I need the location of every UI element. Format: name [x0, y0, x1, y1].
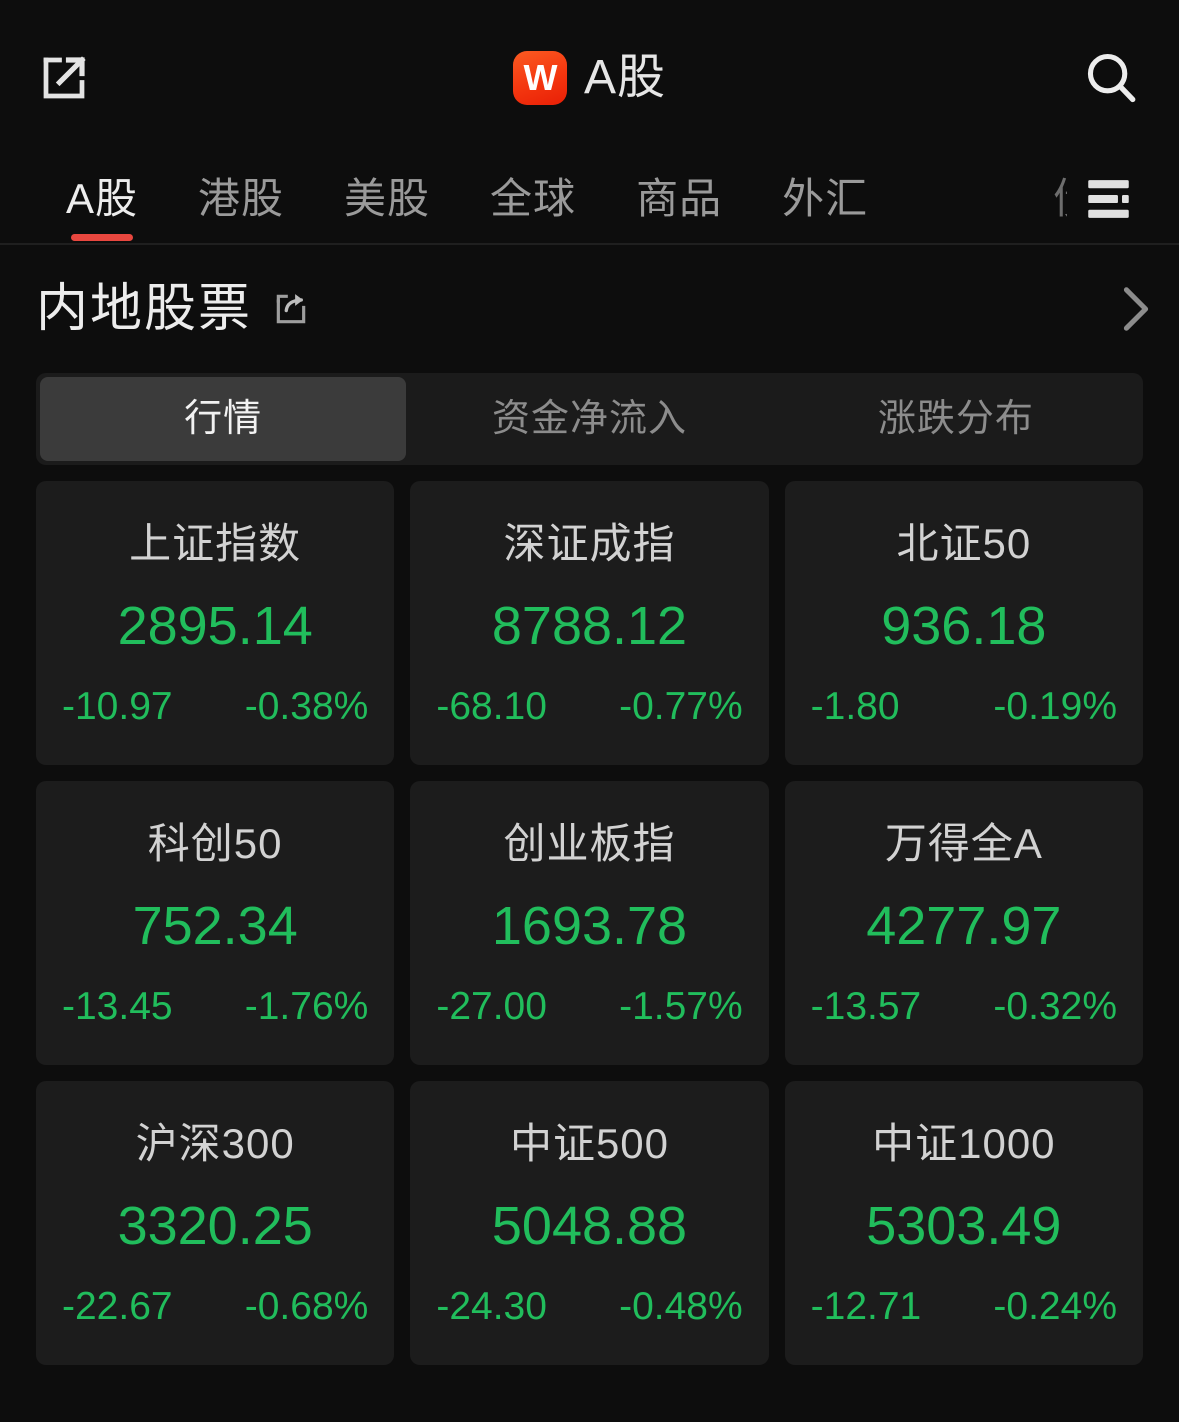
index-card[interactable]: 上证指数 2895.14 -10.97 -0.38% [36, 481, 395, 765]
index-deltas: -13.45 -1.76% [36, 987, 394, 1026]
tab-us-shares[interactable]: 美股 [314, 155, 460, 243]
header-title-group: W A股 [0, 0, 1179, 155]
tab-label: 债 [1053, 178, 1067, 220]
chevron-right-icon[interactable] [1121, 285, 1151, 333]
index-name: 中证1000 [872, 1120, 1056, 1167]
index-card[interactable]: 万得全A 4277.97 -13.57 -0.32% [784, 781, 1143, 1065]
index-card-grid: 上证指数 2895.14 -10.97 -0.38% 深证成指 8788.12 … [36, 481, 1143, 1365]
index-change: -10.97 [62, 685, 173, 728]
index-value: 5303.49 [866, 1196, 1062, 1256]
tab-overflow-clipped[interactable]: 债 [1053, 155, 1067, 243]
index-value: 8788.12 [491, 596, 688, 656]
market-tabbar: A股 港股 美股 全球 商品 外汇 债 [0, 155, 1179, 245]
tab-label: A股 [66, 175, 139, 222]
wind-logo-letter: W [523, 56, 557, 98]
tab-a-shares[interactable]: A股 [36, 155, 168, 243]
segment-gain-loss-distribution[interactable]: 涨跌分布 [773, 377, 1139, 461]
index-change: -27.00 [436, 985, 547, 1028]
index-percent: -0.38% [244, 685, 369, 728]
index-name: 创业板指 [503, 820, 676, 867]
tab-list-menu-button[interactable] [1067, 155, 1159, 243]
index-change: -24.30 [436, 1285, 547, 1328]
share-icon[interactable] [272, 290, 310, 328]
index-deltas: -13.57 -0.32% [785, 987, 1143, 1026]
index-value: 3320.25 [117, 1196, 313, 1256]
tab-label: 外汇 [782, 175, 869, 222]
index-value: 5048.88 [491, 1196, 688, 1256]
app-root: W A股 A股 港股 美股 全球 商品 外汇 内地股票 行情 资金净流入 涨跌分… [0, 0, 1179, 1422]
index-card[interactable]: 北证50 936.18 -1.80 -0.19% [784, 481, 1143, 765]
index-name: 深证成指 [503, 520, 676, 567]
segment-quotes[interactable]: 行情 [40, 377, 407, 461]
index-deltas: -1.80 -0.19% [785, 687, 1143, 726]
index-change: -12.71 [810, 1285, 922, 1328]
tab-hk-shares[interactable]: 港股 [168, 155, 314, 243]
list-menu-icon [1088, 180, 1129, 218]
segment-net-capital-inflow[interactable]: 资金净流入 [406, 377, 772, 461]
index-card[interactable]: 深证成指 8788.12 -68.10 -0.77% [410, 481, 769, 765]
index-card[interactable]: 科创50 752.34 -13.45 -1.76% [36, 781, 395, 1065]
index-card[interactable]: 中证500 5048.88 -24.30 -0.48% [410, 1081, 769, 1365]
index-change: -68.10 [436, 685, 547, 728]
index-change: -22.67 [62, 1285, 173, 1328]
index-percent: -0.68% [244, 1285, 369, 1328]
index-name: 中证500 [509, 1120, 670, 1167]
index-name: 科创50 [147, 820, 283, 867]
segment-label: 资金净流入 [491, 398, 687, 440]
index-deltas: -27.00 -1.57% [410, 987, 768, 1026]
page-title: A股 [583, 50, 667, 104]
tab-commodities[interactable]: 商品 [606, 155, 752, 243]
index-deltas: -12.71 -0.24% [785, 1287, 1143, 1326]
index-percent: -0.19% [993, 685, 1117, 728]
index-percent: -0.48% [619, 1285, 743, 1328]
index-name: 上证指数 [129, 520, 302, 567]
index-deltas: -22.67 -0.68% [36, 1287, 394, 1326]
tab-label: 美股 [344, 175, 431, 222]
index-percent: -1.76% [244, 985, 369, 1028]
index-change: -13.45 [62, 985, 173, 1028]
section-header-mainland-stocks[interactable]: 内地股票 [0, 245, 1179, 373]
index-change: -13.57 [810, 985, 922, 1028]
index-deltas: -68.10 -0.77% [410, 687, 768, 726]
index-value: 752.34 [132, 896, 298, 956]
index-percent: -0.24% [993, 1285, 1117, 1328]
index-value: 1693.78 [491, 896, 688, 956]
index-card[interactable]: 创业板指 1693.78 -27.00 -1.57% [410, 781, 769, 1065]
index-name: 沪深300 [135, 1120, 295, 1167]
tab-label: 商品 [636, 175, 723, 222]
index-value: 4277.97 [866, 896, 1062, 956]
index-deltas: -24.30 -0.48% [410, 1287, 768, 1326]
index-value: 936.18 [881, 596, 1047, 656]
external-link-icon [43, 55, 86, 98]
tab-forex[interactable]: 外汇 [752, 155, 898, 243]
index-percent: -0.32% [993, 985, 1117, 1028]
segment-label: 行情 [184, 398, 263, 440]
tab-global[interactable]: 全球 [460, 155, 606, 243]
external-link-button[interactable] [22, 36, 106, 120]
index-card[interactable]: 沪深300 3320.25 -22.67 -0.68% [36, 1081, 395, 1365]
app-header: W A股 [0, 0, 1179, 155]
section-title: 内地股票 [36, 280, 253, 338]
index-value: 2895.14 [117, 596, 313, 656]
index-percent: -1.57% [619, 985, 743, 1028]
segment-label: 涨跌分布 [877, 398, 1034, 440]
index-name: 北证50 [896, 520, 1032, 567]
index-deltas: -10.97 -0.38% [36, 687, 394, 726]
wind-logo: W [512, 50, 567, 105]
index-change: -1.80 [810, 685, 900, 728]
search-button[interactable] [1069, 36, 1153, 120]
tab-label: 港股 [198, 175, 285, 222]
tab-label: 全球 [490, 175, 577, 222]
index-card[interactable]: 中证1000 5303.49 -12.71 -0.24% [784, 1081, 1143, 1365]
index-name: 万得全A [884, 820, 1043, 867]
view-mode-segmented-control: 行情 资金净流入 涨跌分布 [36, 373, 1143, 465]
index-percent: -0.77% [619, 685, 743, 728]
search-icon [1087, 53, 1136, 102]
